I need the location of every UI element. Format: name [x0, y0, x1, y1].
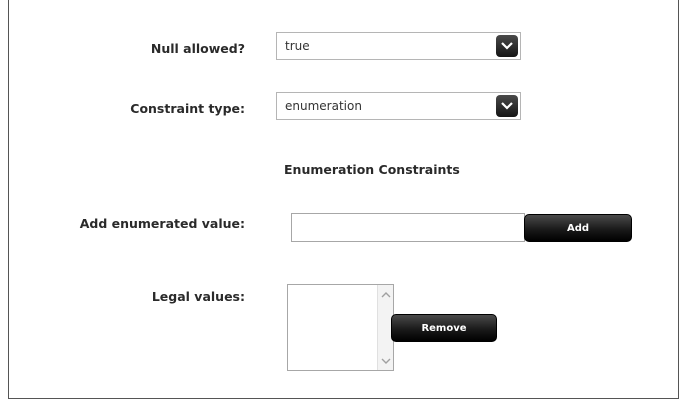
legal-values-listbox[interactable] [287, 284, 394, 371]
chevron-down-icon[interactable] [496, 95, 518, 117]
enumerated-value-input[interactable] [291, 213, 525, 242]
scroll-up-arrow-icon[interactable] [379, 287, 393, 301]
constraint-type-label: Constraint type: [130, 101, 245, 116]
constraint-form-panel: Null allowed? true Constraint type: enum… [8, 0, 679, 399]
add-enumerated-value-label: Add enumerated value: [79, 216, 245, 231]
null-allowed-value: true [285, 39, 310, 53]
legal-values-label: Legal values: [151, 289, 245, 304]
scroll-down-arrow-icon[interactable] [379, 354, 393, 368]
null-allowed-select[interactable]: true [276, 32, 521, 60]
add-button[interactable]: Add [524, 214, 632, 242]
chevron-down-icon[interactable] [496, 35, 518, 57]
enumeration-constraints-heading: Enumeration Constraints [284, 162, 460, 177]
constraint-type-select[interactable]: enumeration [276, 92, 521, 120]
remove-button[interactable]: Remove [391, 314, 497, 342]
null-allowed-label: Null allowed? [150, 41, 245, 56]
constraint-type-value: enumeration [285, 99, 362, 113]
